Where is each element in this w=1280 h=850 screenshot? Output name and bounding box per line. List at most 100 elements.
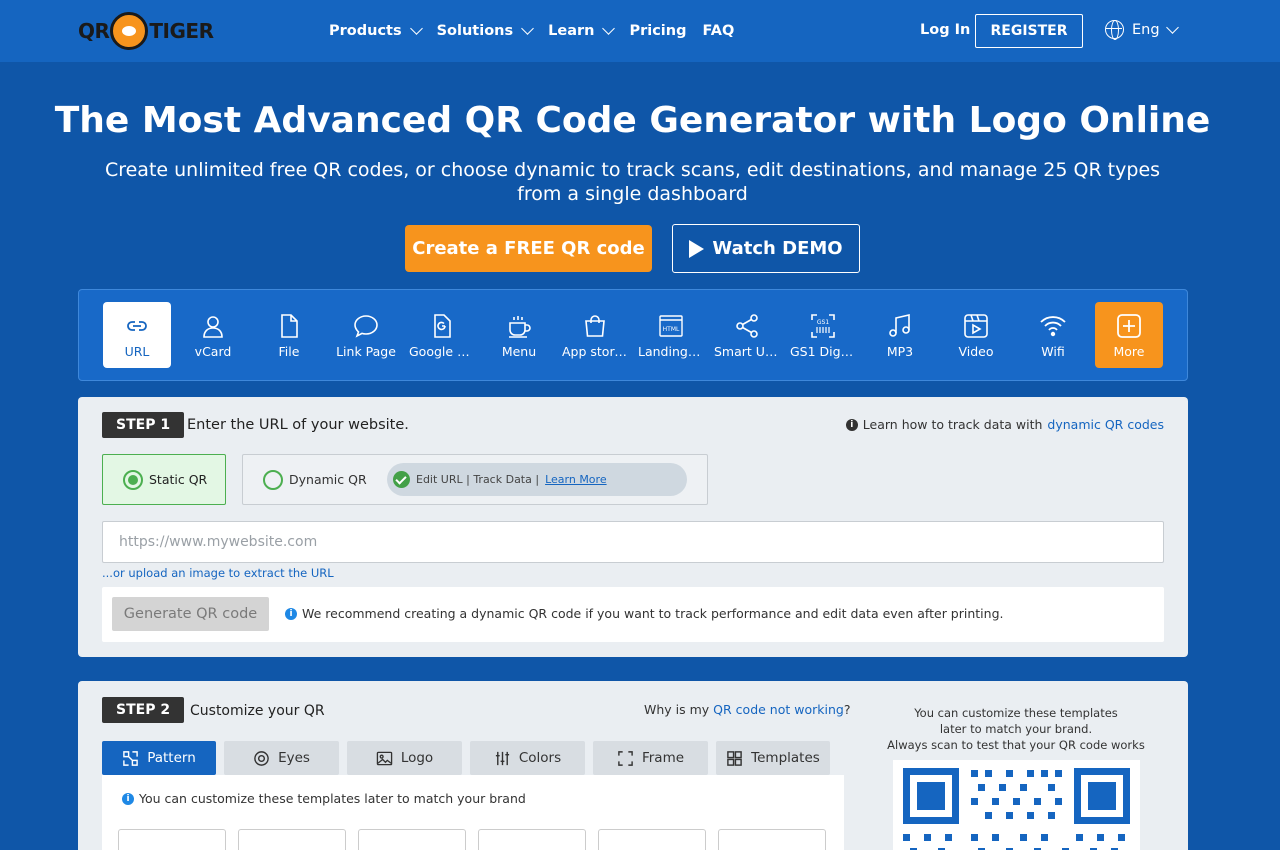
qr-type-label: Video <box>958 344 994 359</box>
qr-type-more[interactable]: More <box>1095 302 1163 368</box>
qr-type-mp3[interactable]: MP3 <box>866 302 934 368</box>
qr-type-bar: URL vCard File Link Page Google Form Men… <box>78 289 1188 381</box>
qr-type-label: Link Page <box>336 344 396 359</box>
language-selector[interactable]: Eng <box>1105 20 1179 40</box>
qr-code-image <box>903 768 1130 850</box>
tab-pattern[interactable]: Pattern <box>102 741 216 775</box>
tab-colors[interactable]: Colors <box>470 741 585 775</box>
learn-tracking-text: Learn how to track data with <box>862 417 1043 432</box>
qr-type-file[interactable]: File <box>255 302 323 368</box>
qr-type-gs1-digital-link[interactable]: GS1 GS1 Digital Link <box>789 302 857 368</box>
tab-eyes[interactable]: Eyes <box>224 741 339 775</box>
qr-not-working-link[interactable]: QR code not working <box>713 702 844 717</box>
pattern-icon <box>123 750 139 766</box>
qr-type-smart-url[interactable]: Smart URL <box>713 302 781 368</box>
qr-type-wifi[interactable]: Wifi <box>1019 302 1087 368</box>
template-tile[interactable] <box>718 829 826 850</box>
qr-type-landing-page[interactable]: HTML Landing Page <box>637 302 705 368</box>
qr-type-google-form[interactable]: Google Form <box>408 302 476 368</box>
sliders-icon <box>495 751 509 765</box>
qr-type-label: Wifi <box>1041 344 1065 359</box>
nav-pricing[interactable]: Pricing <box>629 23 686 39</box>
hero-subtitle: Create unlimited free QR codes, or choos… <box>104 159 1161 205</box>
chevron-down-icon <box>521 22 534 35</box>
template-tile[interactable] <box>598 829 706 850</box>
chevron-down-icon <box>602 22 616 35</box>
qr-type-menu[interactable]: Menu <box>485 302 553 368</box>
qr-type-app-stores[interactable]: App stores <box>561 302 629 368</box>
logo-text-left: QR <box>78 19 110 43</box>
qr-type-label: File <box>278 344 300 359</box>
grid-icon <box>727 750 742 766</box>
template-tiles <box>118 829 826 850</box>
watch-demo-label: Watch DEMO <box>712 238 843 259</box>
generate-row: Generate QR code i We recommend creating… <box>102 587 1164 642</box>
customize-note-text: You can customize these templates later … <box>139 791 526 806</box>
tab-colors-label: Colors <box>518 750 562 766</box>
upload-image-link[interactable]: ...or upload an image to extract the URL <box>102 566 334 580</box>
why-prefix: Why is my <box>644 702 710 717</box>
nav-learn-label: Learn <box>548 23 595 39</box>
radio-unselected-icon <box>263 469 283 490</box>
recommend-note: i We recommend creating a dynamic QR cod… <box>285 606 1003 621</box>
template-tile[interactable] <box>478 829 586 850</box>
qr-type-video[interactable]: Video <box>942 302 1010 368</box>
recommend-note-text: We recommend creating a dynamic QR code … <box>302 606 1004 621</box>
login-link[interactable]: Log In <box>920 22 970 38</box>
watch-demo-button[interactable]: Watch DEMO <box>672 224 860 273</box>
svg-text:HTML: HTML <box>663 326 680 333</box>
learn-tracking-note: i Learn how to track data with dynamic Q… <box>845 417 1164 432</box>
dynamic-qr-link[interactable]: dynamic QR codes <box>1047 417 1164 432</box>
hero-title: The Most Advanced QR Code Generator with… <box>54 100 1211 141</box>
person-icon <box>203 316 223 338</box>
nav-faq[interactable]: FAQ <box>703 23 735 39</box>
qr-type-label: Google Form <box>409 344 475 359</box>
static-qr-option[interactable]: Static QR <box>102 454 226 505</box>
info-icon: i <box>285 607 297 620</box>
tab-logo[interactable]: Logo <box>347 741 462 775</box>
register-button[interactable]: REGISTER <box>975 14 1083 48</box>
tiger-icon <box>110 12 149 50</box>
nav-pricing-label: Pricing <box>629 23 687 39</box>
chevron-down-icon <box>409 22 423 35</box>
why-suffix: ? <box>843 702 851 717</box>
nav-solutions[interactable]: Solutions <box>437 22 534 39</box>
qr-tiger-logo[interactable]: QR TIGER <box>78 11 214 51</box>
nav-products[interactable]: Products <box>329 22 423 39</box>
preview-note-line: You can customize these templates <box>914 706 1118 720</box>
learn-more-link[interactable]: Learn More <box>545 473 607 486</box>
qr-type-label: MP3 <box>886 344 914 359</box>
shopping-bag-icon <box>585 315 605 337</box>
qr-type-url[interactable]: URL <box>103 302 171 368</box>
qr-type-label: App stores <box>562 344 628 359</box>
qr-type-label: Landing Page <box>638 344 704 359</box>
dynamic-qr-option[interactable]: Dynamic QR Edit URL | Track Data | Learn… <box>242 454 708 505</box>
gs1-icon: GS1 <box>811 314 835 338</box>
coffee-cup-icon <box>509 316 531 338</box>
template-tile[interactable] <box>238 829 346 850</box>
qr-type-link-page[interactable]: Link Page <box>332 302 400 368</box>
nav-faq-label: FAQ <box>702 23 735 39</box>
generate-qr-button[interactable]: Generate QR code <box>112 597 269 631</box>
preview-note-line: later to match your brand. <box>939 722 1093 736</box>
dynamic-qr-label: Dynamic QR <box>289 472 367 487</box>
qr-type-label: GS1 Digital Link <box>790 344 856 359</box>
qr-type-label: Smart URL <box>714 344 780 359</box>
tab-frame[interactable]: Frame <box>593 741 708 775</box>
tab-templates[interactable]: Templates <box>716 741 830 775</box>
nav-learn[interactable]: Learn <box>548 22 616 39</box>
template-tile[interactable] <box>358 829 466 850</box>
dynamic-features-text: Edit URL | Track Data | <box>416 473 540 486</box>
template-tile[interactable] <box>118 829 226 850</box>
video-icon <box>964 314 988 338</box>
create-free-qr-button[interactable]: Create a FREE QR code <box>405 225 652 272</box>
qr-type-label: Menu <box>501 344 537 359</box>
wifi-icon <box>1040 316 1066 337</box>
qr-type-vcard[interactable]: vCard <box>179 302 247 368</box>
share-icon <box>736 314 758 338</box>
qr-type-label: More <box>1113 344 1145 359</box>
radio-selected-icon <box>123 469 143 490</box>
logo-text-right: TIGER <box>149 19 214 43</box>
tab-eyes-label: Eyes <box>278 750 310 766</box>
url-input[interactable] <box>102 521 1164 563</box>
